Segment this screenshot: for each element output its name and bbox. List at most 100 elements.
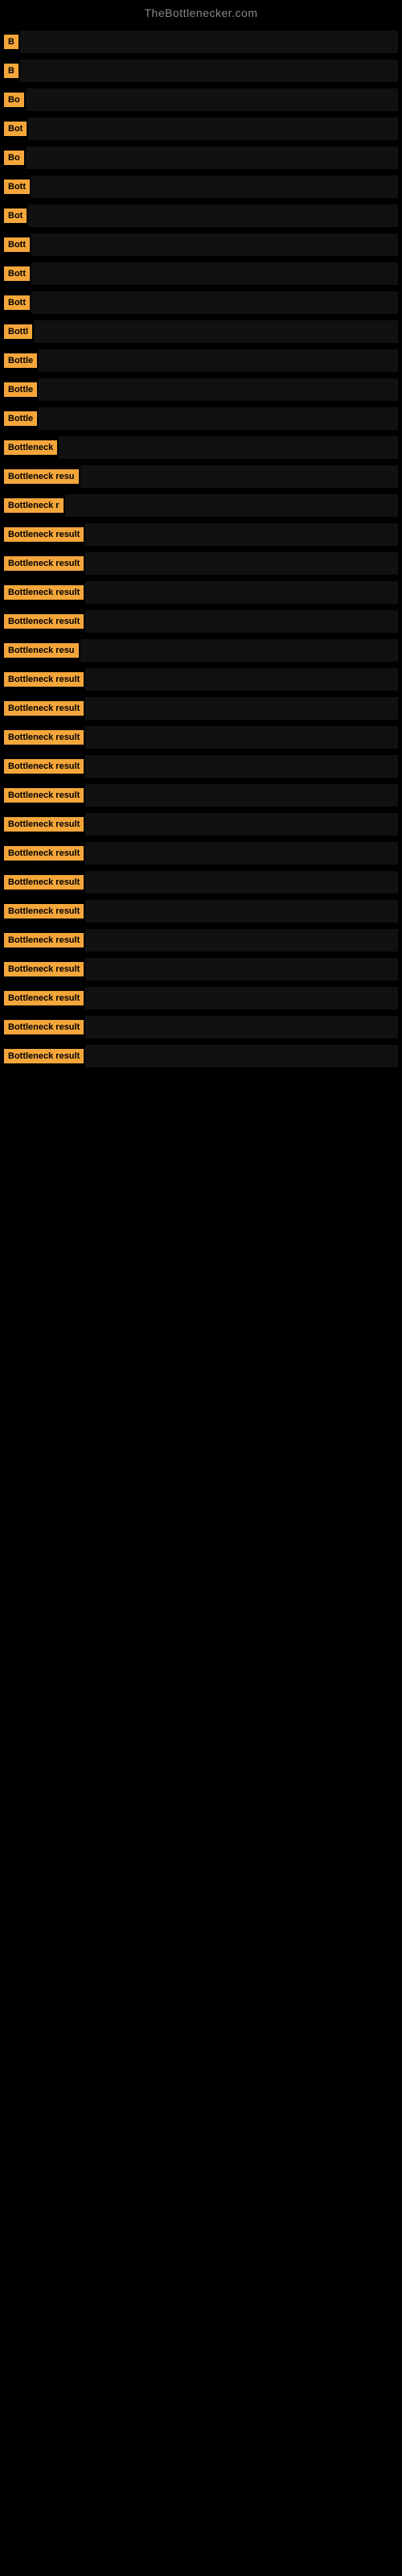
item-bar: [31, 291, 398, 314]
item-label: Bottleneck: [4, 440, 57, 455]
list-item: B: [4, 31, 398, 53]
list-item: Bot: [4, 118, 398, 140]
list-item: Bottleneck resu: [4, 639, 398, 662]
item-bar: [85, 987, 398, 1009]
list-item: Bottleneck r: [4, 494, 398, 517]
item-label: Bottleneck result: [4, 788, 84, 803]
list-item: Bottleneck result: [4, 552, 398, 575]
item-bar: [20, 31, 398, 53]
list-item: Bo: [4, 147, 398, 169]
item-bar: [80, 639, 398, 662]
item-bar: [85, 929, 398, 952]
item-bar: [39, 349, 398, 372]
list-item: Bottleneck result: [4, 842, 398, 865]
list-item: Bottleneck result: [4, 726, 398, 749]
list-item: Bott: [4, 233, 398, 256]
item-bar: [85, 697, 398, 720]
list-item: B: [4, 60, 398, 82]
item-bar: [85, 726, 398, 749]
item-label: Bot: [4, 122, 27, 136]
site-title: TheBottlenecker.com: [0, 0, 402, 23]
item-label: Bottleneck result: [4, 585, 84, 600]
item-bar: [85, 842, 398, 865]
item-label: Bottle: [4, 411, 37, 426]
list-item: Bottle: [4, 349, 398, 372]
list-item: Bottleneck result: [4, 1016, 398, 1038]
list-item: Bott: [4, 291, 398, 314]
item-bar: [39, 378, 398, 401]
list-item: Bot: [4, 204, 398, 227]
list-item: Bottleneck result: [4, 813, 398, 836]
list-item: Bottleneck result: [4, 929, 398, 952]
list-item: Bottleneck result: [4, 958, 398, 980]
item-label: Bottleneck result: [4, 904, 84, 919]
item-label: B: [4, 35, 18, 49]
item-bar: [31, 175, 398, 198]
list-item: Bott: [4, 262, 398, 285]
list-item: Bottleneck result: [4, 900, 398, 923]
list-item: Bo: [4, 89, 398, 111]
item-bar: [31, 233, 398, 256]
item-label: Bottl: [4, 324, 32, 339]
list-item: Bottleneck resu: [4, 465, 398, 488]
item-label: Bottleneck resu: [4, 643, 79, 658]
item-label: Bottleneck result: [4, 991, 84, 1005]
item-bar: [65, 494, 398, 517]
item-label: Bottleneck r: [4, 498, 64, 513]
items-list: B B Bo Bot Bo Bott Bot Bott Bott Bott Bottl Bottle B…: [0, 23, 402, 1082]
list-item: Bottleneck result: [4, 1045, 398, 1067]
item-bar: [26, 147, 398, 169]
item-bar: [85, 610, 398, 633]
item-label: Bottleneck result: [4, 875, 84, 890]
item-label: Bott: [4, 266, 30, 281]
item-bar: [85, 784, 398, 807]
item-bar: [85, 755, 398, 778]
item-bar: [85, 900, 398, 923]
item-bar: [85, 813, 398, 836]
item-bar: [85, 668, 398, 691]
item-bar: [28, 118, 398, 140]
list-item: Bottle: [4, 378, 398, 401]
item-bar: [34, 320, 398, 343]
item-label: Bottleneck result: [4, 1049, 84, 1063]
item-label: Bottleneck result: [4, 1020, 84, 1034]
list-item: Bottleneck result: [4, 784, 398, 807]
item-label: Bo: [4, 151, 24, 165]
item-bar: [28, 204, 398, 227]
list-item: Bottleneck result: [4, 523, 398, 546]
item-label: Bott: [4, 180, 30, 194]
list-item: Bottleneck result: [4, 871, 398, 894]
item-bar: [85, 523, 398, 546]
site-title-bar: TheBottlenecker.com: [0, 0, 402, 23]
item-bar: [80, 465, 398, 488]
item-bar: [31, 262, 398, 285]
item-label: Bot: [4, 208, 27, 223]
item-bar: [85, 1016, 398, 1038]
item-label: Bottleneck result: [4, 730, 84, 745]
item-label: B: [4, 64, 18, 78]
item-bar: [85, 581, 398, 604]
list-item: Bottleneck result: [4, 697, 398, 720]
item-label: Bottleneck result: [4, 614, 84, 629]
item-label: Bottleneck result: [4, 817, 84, 832]
list-item: Bottleneck result: [4, 581, 398, 604]
item-label: Bottleneck result: [4, 527, 84, 542]
list-item: Bottleneck result: [4, 668, 398, 691]
item-label: Bottleneck resu: [4, 469, 79, 484]
list-item: Bottleneck: [4, 436, 398, 459]
list-item: Bottle: [4, 407, 398, 430]
item-bar: [26, 89, 398, 111]
item-label: Bottle: [4, 353, 37, 368]
item-label: Bottleneck result: [4, 759, 84, 774]
item-bar: [59, 436, 398, 459]
list-item: Bottl: [4, 320, 398, 343]
item-label: Bottleneck result: [4, 672, 84, 687]
list-item: Bottleneck result: [4, 755, 398, 778]
item-bar: [39, 407, 398, 430]
item-bar: [85, 958, 398, 980]
item-bar: [85, 871, 398, 894]
list-item: Bottleneck result: [4, 610, 398, 633]
list-item: Bott: [4, 175, 398, 198]
item-label: Bott: [4, 237, 30, 252]
item-bar: [20, 60, 398, 82]
